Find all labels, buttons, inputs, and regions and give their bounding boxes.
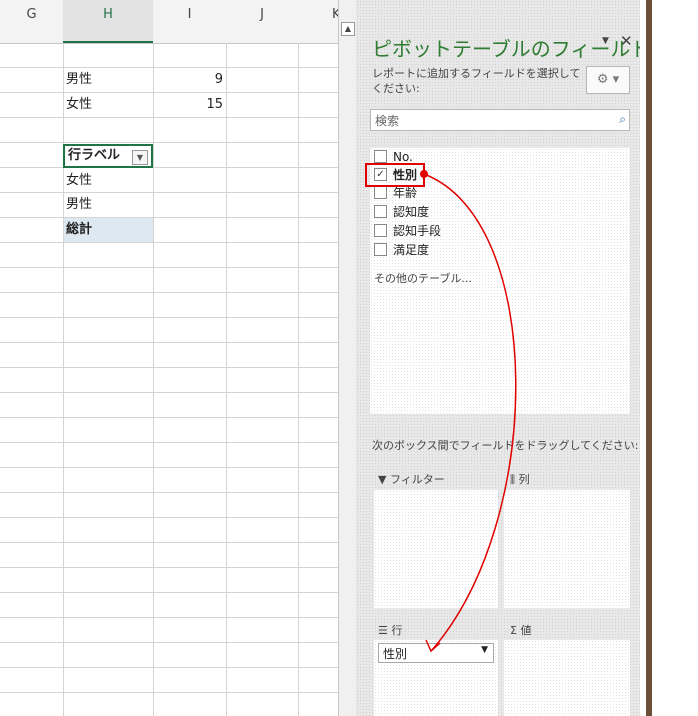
grid-hline [0,317,338,318]
rows-area-label: ☰ 行 [378,622,402,638]
field-label-satisfaction: 満足度 [393,243,430,257]
summary-label-male[interactable]: 男性 [66,68,92,92]
filter-icon: ▼ [378,473,390,486]
field-checkbox-no[interactable] [374,150,387,163]
field-item-gender[interactable]: ✓ 性別 [374,166,417,184]
grid-hline [0,217,338,218]
column-header-k[interactable]: K [298,0,338,43]
grid-hline [0,617,338,618]
grid-hline [0,592,338,593]
columns-area-label: ⫼ 列 [510,471,530,487]
pivot-row-male[interactable]: 男性 [66,193,92,217]
field-item-awareness-method[interactable]: 認知手段 [374,222,441,240]
row-field-label: 性別 [383,647,408,661]
values-drop-area[interactable] [504,640,630,716]
pane-splitter-scrollbar[interactable] [338,0,357,716]
rows-area-text: 行 [391,624,403,637]
field-item-satisfaction[interactable]: 満足度 [374,241,429,259]
pane-options-dropdown-icon[interactable]: ▼ [602,36,609,46]
grid-hline [0,392,338,393]
values-area-label: Σ 値 [510,622,531,638]
pane-instruction: レポートに追加するフィールドを選択してください: [372,67,581,95]
drag-instruction: 次のボックス間でフィールドをドラッグしてください: [372,439,639,452]
summary-label-female[interactable]: 女性 [66,93,92,117]
grid-hline [0,167,338,168]
grid-hline [0,267,338,268]
grid-hline [0,467,338,468]
pivot-row-female[interactable]: 女性 [66,169,92,193]
grid-hline [0,192,338,193]
pivot-grand-total[interactable]: 総計 [66,218,92,242]
field-label-awareness-method: 認知手段 [393,224,442,238]
grid-hline [0,242,338,243]
field-item-age[interactable]: 年齢 [374,184,417,202]
grid-hline [0,442,338,443]
field-label-awareness: 認知度 [393,205,430,219]
field-checkbox-age[interactable] [374,186,387,199]
search-icon[interactable]: ⌕ [619,112,626,127]
field-checkbox-awareness-method[interactable] [374,224,387,237]
pivot-row-label-header[interactable]: 行ラベル ▼ [63,144,153,168]
field-item-awareness[interactable]: 認知度 [374,203,429,221]
spreadsheet-grid[interactable]: G H I J K 男性 9 女性 15 行ラベル ▼ 女性 男性 総計 [0,0,338,716]
filter-area-text: フィルター [389,473,445,486]
search-placeholder: 検索 [375,114,400,128]
field-checkbox-satisfaction[interactable] [374,243,387,256]
grid-vline [298,43,299,716]
grid-hline [0,367,338,368]
grid-hline [0,417,338,418]
grid-hline [0,567,338,568]
field-label-no: No. [393,150,413,164]
column-header-h[interactable]: H [63,0,153,43]
grid-vline [153,43,154,716]
other-tables-link[interactable]: その他のテーブル... [374,270,472,286]
window-border [646,0,652,716]
filter-area-label: ▼ フィルター [378,471,445,487]
summary-value-male[interactable]: 9 [155,68,223,92]
filter-dropdown-icon[interactable]: ▼ [132,150,148,165]
column-header-i[interactable]: I [153,0,226,43]
field-checkbox-gender[interactable]: ✓ [374,168,387,181]
field-item-no[interactable]: No. [374,148,413,166]
grid-hline [0,142,338,143]
columns-area-text: 列 [518,473,530,486]
grid-hline [0,117,338,118]
grid-hline [0,667,338,668]
column-header-bar: G H I J K [0,0,338,44]
columns-icon: ⫼ [510,473,519,486]
scroll-up-arrow-icon[interactable]: ▲ [341,22,355,36]
chevron-down-icon[interactable]: ▼ [481,645,488,655]
pivot-header-text: 行ラベル [68,148,121,163]
grid-hline [0,517,338,518]
grid-hline [0,692,338,693]
sigma-icon: Σ [510,624,521,637]
columns-drop-area[interactable] [504,490,630,608]
column-header-j[interactable]: J [226,0,298,43]
grid-hline [0,342,338,343]
grid-vline [226,43,227,716]
close-icon[interactable]: ✕ [620,32,633,50]
row-field-gender[interactable]: 性別 ▼ [378,643,494,663]
field-label-gender: 性別 [393,168,418,182]
summary-value-female[interactable]: 15 [155,93,223,117]
field-search-input[interactable]: 検索 ⌕ [370,109,630,131]
grid-hline [0,292,338,293]
grid-hline [0,492,338,493]
values-area-text: 値 [520,624,532,637]
filter-drop-area[interactable] [374,490,498,608]
field-checkbox-awareness[interactable] [374,205,387,218]
gear-icon[interactable]: ⚙ ▾ [586,66,630,94]
grid-hline [0,542,338,543]
field-label-age: 年齢 [393,186,418,200]
rows-icon: ☰ [378,624,392,637]
grid-hline [0,642,338,643]
column-header-g[interactable]: G [0,0,63,43]
